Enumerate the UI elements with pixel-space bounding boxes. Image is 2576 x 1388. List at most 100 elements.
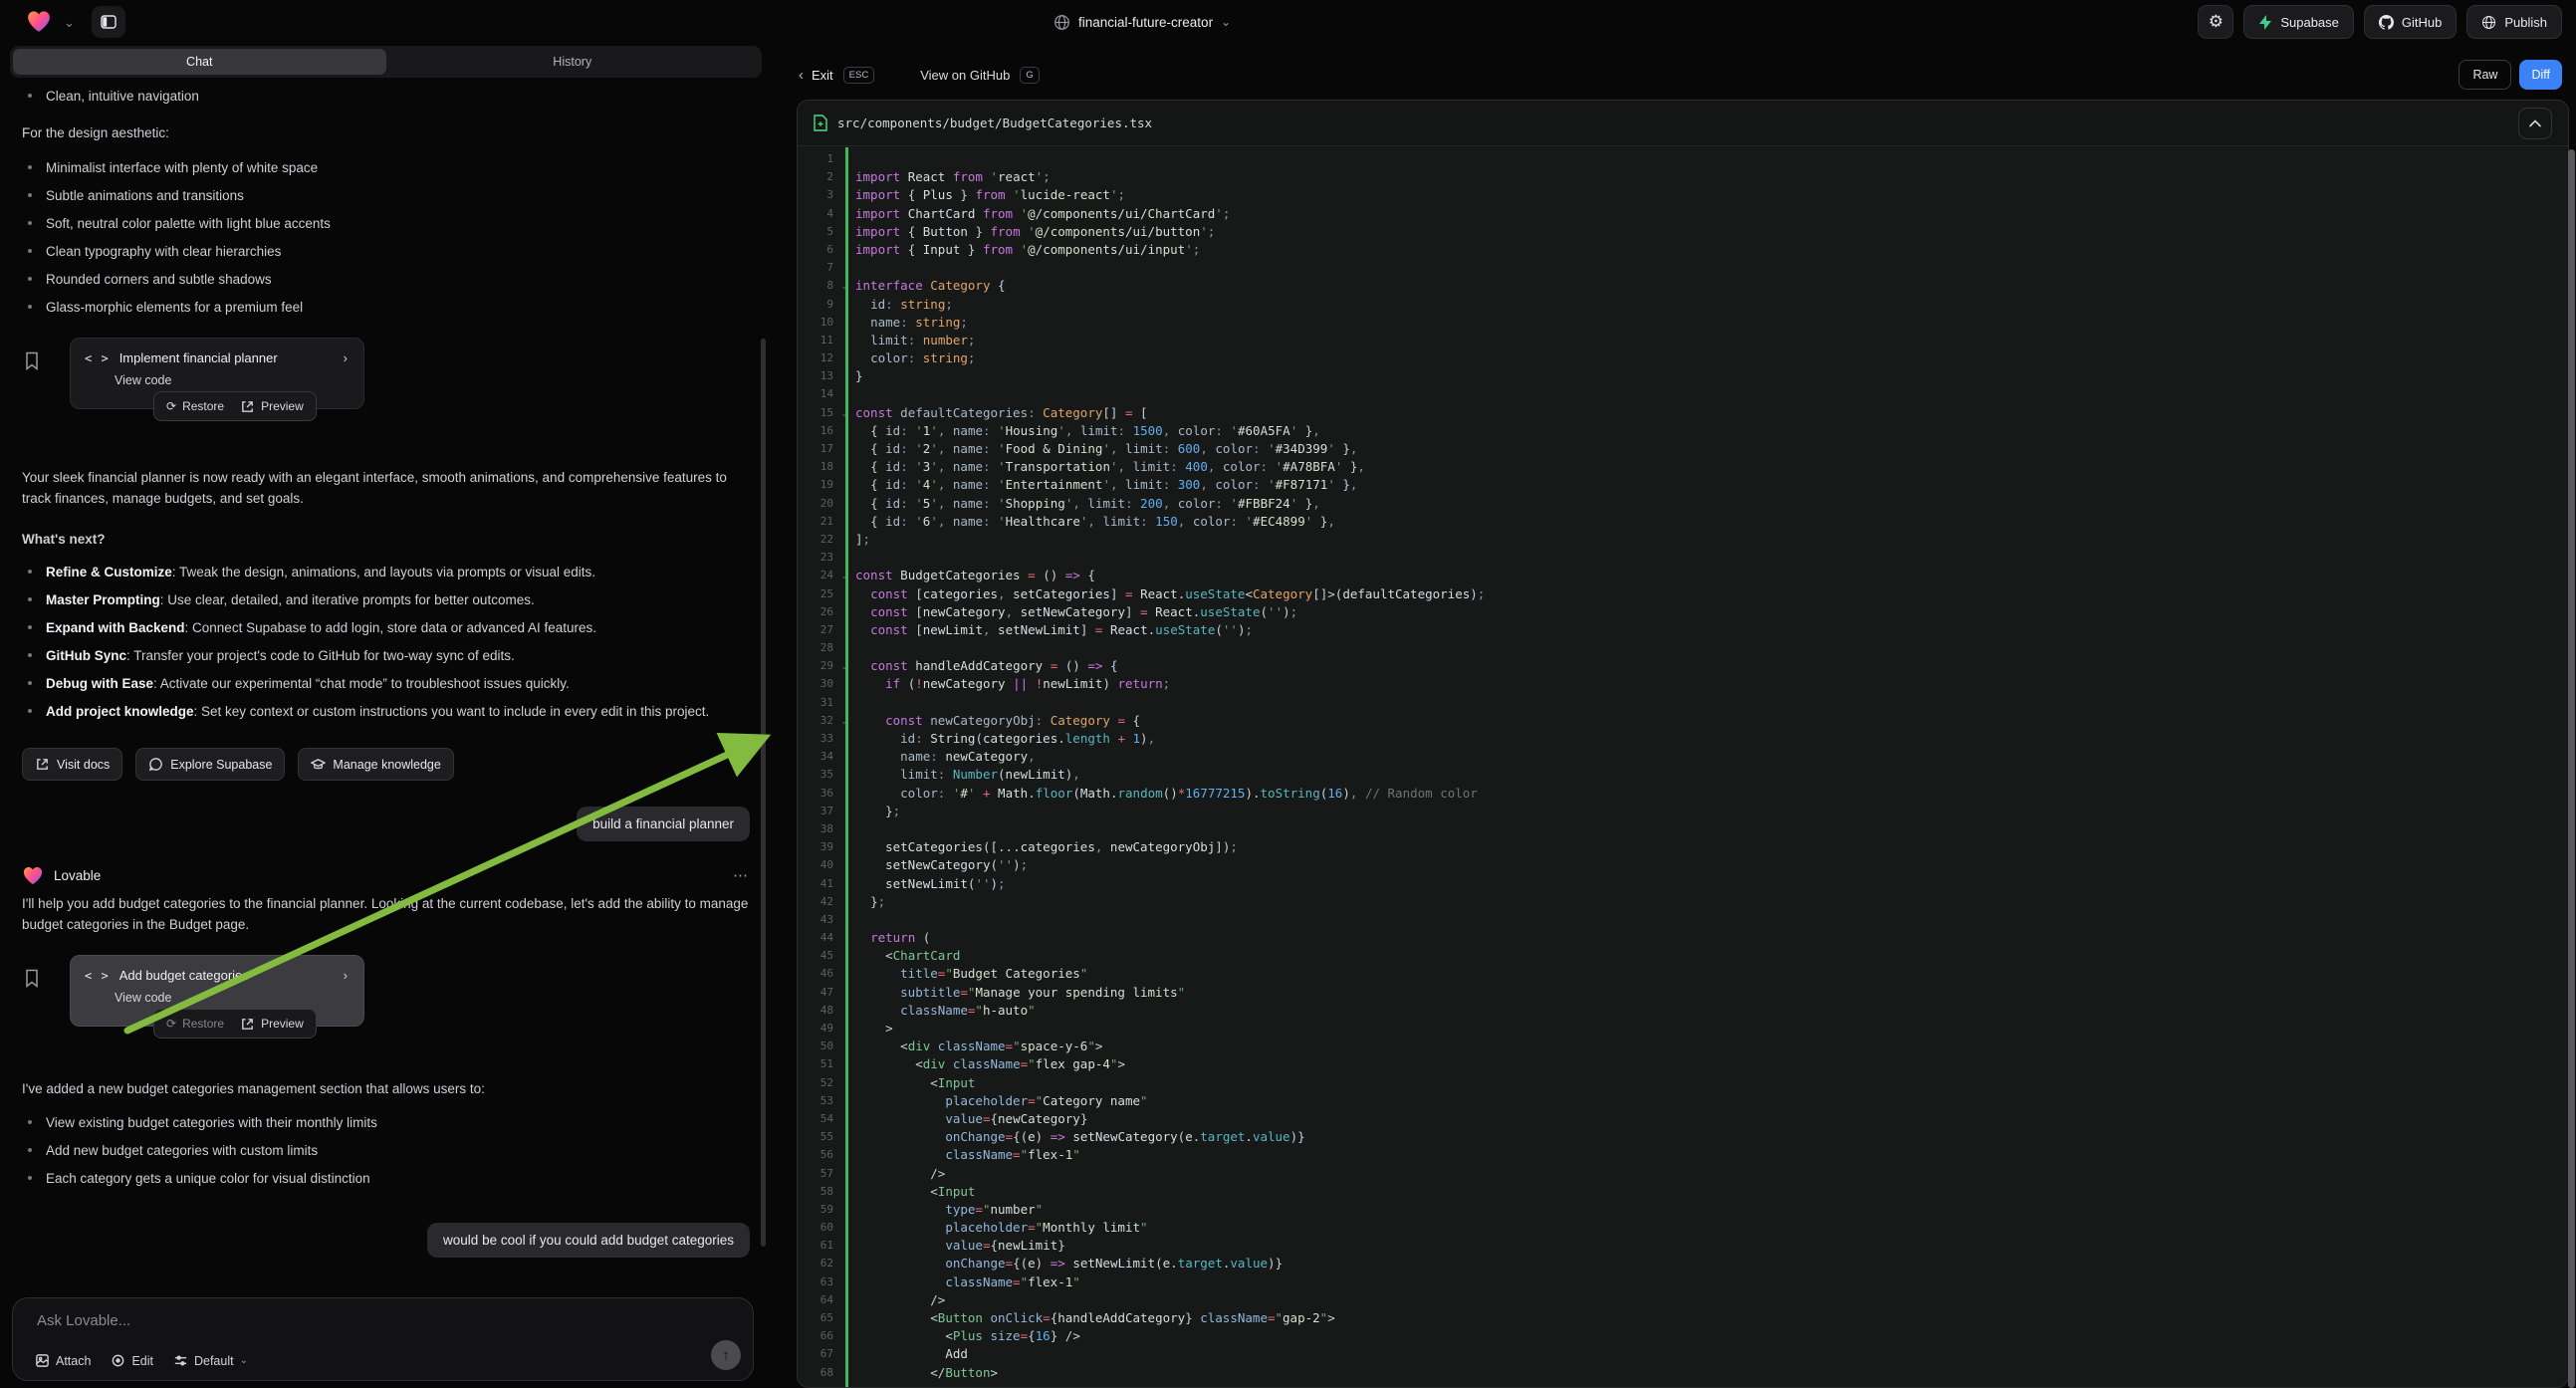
external-link-icon (240, 1017, 255, 1032)
supabase-label: Supabase (2280, 15, 2339, 30)
fold-spacer (833, 694, 855, 712)
code-line: 52 <Input (798, 1074, 2568, 1092)
code-scrollbar[interactable] (2568, 149, 2575, 1388)
line-number: 48 (798, 1002, 833, 1020)
view-code-link[interactable]: View code (115, 373, 363, 387)
diff-button[interactable]: Diff (2519, 60, 2562, 90)
external-link-icon (35, 757, 50, 772)
collapse-button[interactable] (2518, 108, 2552, 139)
line-number: 44 (798, 929, 833, 947)
manage-knowledge-button[interactable]: Manage knowledge (298, 748, 453, 781)
code-text: { id: '1', name: 'Housing', limit: 1500,… (855, 422, 1320, 440)
view-code-link[interactable]: View code (115, 991, 363, 1005)
publish-button[interactable]: Publish (2466, 5, 2562, 39)
bookmark-icon[interactable] (24, 969, 40, 989)
file-header[interactable]: src/components/budget/BudgetCategories.t… (798, 101, 2568, 146)
send-button[interactable]: ↑ (711, 1340, 741, 1370)
fold-chevron-icon[interactable]: ⌄ (833, 657, 855, 675)
code-line: 54 value={newCategory} (798, 1110, 2568, 1128)
visit-docs-button[interactable]: Visit docs (22, 748, 122, 781)
line-number: 67 (798, 1345, 833, 1363)
attach-button[interactable]: Attach (35, 1353, 91, 1368)
code-line: 34 name: newCategory, (798, 748, 2568, 766)
restore-button[interactable]: ⟳ Restore (166, 1017, 224, 1031)
lovable-logo[interactable] (26, 9, 52, 38)
code-text: id: String(categories.length + 1), (855, 730, 1155, 748)
fold-spacer (833, 1092, 855, 1110)
fold-spacer (833, 458, 855, 476)
chat-scrollbar[interactable] (761, 339, 766, 1247)
fold-spacer (833, 1201, 855, 1219)
line-number: 28 (798, 639, 833, 657)
code-text: onChange={(e) => setNewLimit(e.target.va… (855, 1255, 1283, 1272)
settings-button[interactable]: ⚙ (2198, 5, 2233, 39)
preview-button[interactable]: Preview (240, 399, 304, 414)
code-text: import { Button } from '@/components/ui/… (855, 223, 1215, 241)
code-lines[interactable]: 12import React from 'react';3import { Pl… (798, 147, 2568, 1387)
fold-spacer (833, 296, 855, 314)
fold-spacer (833, 1237, 855, 1255)
fold-spacer (833, 1165, 855, 1183)
code-line: 40 setNewCategory(''); (798, 856, 2568, 874)
code-text: value={newLimit} (855, 1237, 1065, 1255)
fold-chevron-icon[interactable]: ⌄ (833, 712, 855, 730)
chevron-left-icon[interactable]: ‹ (799, 67, 804, 84)
sidebar-toggle-button[interactable] (92, 6, 125, 38)
exit-button[interactable]: Exit (812, 68, 833, 83)
restore-button[interactable]: ⟳ Restore (166, 399, 224, 413)
code-line: 60 placeholder="Monthly limit" (798, 1219, 2568, 1237)
code-line: 4import ChartCard from '@/components/ui/… (798, 205, 2568, 223)
list-item: GitHub Sync: Transfer your project's cod… (22, 645, 750, 666)
chat-scroll-area[interactable]: Clean, intuitive navigation For the desi… (0, 84, 772, 1290)
line-number: 49 (798, 1020, 833, 1038)
chat-input[interactable] (37, 1312, 634, 1329)
fold-chevron-icon[interactable]: ⌄ (833, 404, 855, 422)
code-text: Add (855, 1345, 968, 1363)
code-text: type="number" (855, 1201, 1043, 1219)
line-number: 15 (798, 404, 833, 422)
code-line: 24⌄const BudgetCategories = () => { (798, 567, 2568, 584)
restore-preview-bar: ⟳ Restore Preview (153, 391, 317, 421)
edit-button[interactable]: Edit (111, 1353, 153, 1368)
code-text: <ChartCard (855, 947, 960, 965)
view-on-github-button[interactable]: View on GitHub (920, 68, 1010, 83)
code-line: 51 <div className="flex gap-4"> (798, 1055, 2568, 1073)
code-text: setCategories([...categories, newCategor… (855, 838, 1238, 856)
list-item: Debug with Ease: Activate our experiment… (22, 673, 750, 694)
version-card-title: Implement financial planner (119, 350, 334, 365)
chevron-down-icon: ⌄ (240, 1355, 248, 1366)
list-item: Clean, intuitive navigation (22, 86, 750, 107)
raw-button[interactable]: Raw (2459, 60, 2511, 90)
message-menu-button[interactable]: ⋯ (733, 866, 750, 884)
code-line: 46 title="Budget Categories" (798, 965, 2568, 983)
line-number: 34 (798, 748, 833, 766)
line-number: 26 (798, 603, 833, 621)
supabase-button[interactable]: Supabase (2243, 5, 2354, 39)
fold-chevron-icon[interactable]: ⌄ (833, 567, 855, 584)
fold-spacer (833, 186, 855, 204)
list-item: Add new budget categories with custom li… (22, 1140, 750, 1161)
code-text: { id: '6', name: 'Healthcare', limit: 15… (855, 513, 1335, 531)
code-line: 17 { id: '2', name: 'Food & Dining', lim… (798, 440, 2568, 458)
fold-spacer (833, 875, 855, 893)
code-line: 35 limit: Number(newLimit), (798, 766, 2568, 784)
bookmark-icon[interactable] (24, 351, 40, 371)
code-text: </Button> (855, 1364, 998, 1382)
code-text: import { Plus } from 'lucide-react'; (855, 186, 1125, 204)
fold-spacer (833, 766, 855, 784)
fold-chevron-icon[interactable]: ⌄ (833, 277, 855, 295)
app-root: ⌄ financial-future-creator ⌄ ⚙ Supabase (0, 0, 2576, 1388)
fold-spacer (833, 385, 855, 403)
logo-chevron-icon[interactable]: ⌄ (64, 15, 75, 31)
tab-history[interactable]: History (386, 49, 760, 75)
code-text: if (!newCategory || !newLimit) return; (855, 675, 1170, 693)
explore-supabase-button[interactable]: Explore Supabase (135, 748, 285, 781)
sliders-icon (173, 1353, 188, 1368)
line-number: 23 (798, 549, 833, 567)
user-message-bubble: would be cool if you could add budget ca… (427, 1223, 750, 1258)
github-button[interactable]: GitHub (2364, 5, 2457, 39)
mode-selector[interactable]: Default ⌄ (173, 1353, 248, 1368)
tab-chat[interactable]: Chat (13, 49, 386, 75)
preview-button[interactable]: Preview (240, 1017, 304, 1032)
project-selector[interactable]: financial-future-creator ⌄ (1054, 0, 1231, 44)
